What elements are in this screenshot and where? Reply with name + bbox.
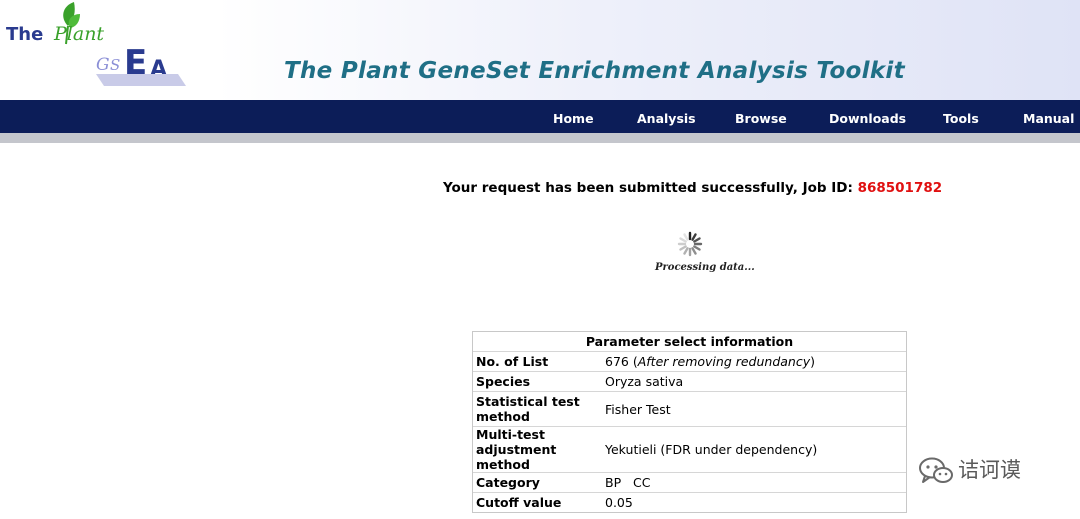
job-id: 868501782 [857, 180, 943, 196]
submission-text: Your request has been submitted successf… [443, 180, 858, 196]
list-count: 676 [605, 354, 629, 369]
watermark-text: 诘诃谟 [958, 458, 1021, 482]
row-label: Cutoff value [476, 495, 562, 510]
watermark: 诘诃谟 [918, 454, 1021, 486]
loading-spinner-icon [677, 231, 703, 257]
nav-downloads[interactable]: Downloads [829, 100, 906, 133]
logo-plant-text: Plant [53, 23, 104, 45]
table-row: Statistical test method Fisher Test [473, 392, 906, 427]
parameter-table: Parameter select information No. of List… [472, 331, 907, 513]
row-label: Statistical test method [473, 392, 601, 427]
plant-gsea-logo[interactable]: The Plant G S E A [0, 0, 200, 98]
logo-the-text: The [6, 24, 43, 45]
nav-browse[interactable]: Browse [735, 100, 787, 133]
table-row: Category BP CC [473, 473, 906, 493]
row-label: Species [473, 372, 601, 392]
processing-label: Processing data... [655, 262, 755, 273]
nav-divider [0, 133, 1080, 143]
parameter-table-title: Parameter select information [473, 332, 906, 352]
wechat-icon [919, 457, 953, 483]
svg-text:G: G [96, 55, 110, 75]
site-header: The Plant G S E A The Plant GeneSet Enri… [0, 0, 1080, 100]
table-row: Species Oryza sativa [473, 372, 906, 392]
row-value: Yekutieli (FDR under dependency) [601, 427, 906, 473]
nav-tools[interactable]: Tools [943, 100, 979, 133]
table-row: Cutoff value 0.05 [473, 493, 906, 512]
list-count-note: After removing redundancy [637, 354, 811, 369]
row-label: Multi-test adjustment method [473, 427, 601, 473]
table-row: Multi-test adjustment method Yekutieli (… [473, 427, 906, 473]
row-value: 0.05 [605, 495, 633, 510]
svg-text:S: S [110, 56, 120, 74]
row-value: 676 (After removing redundancy) [601, 352, 906, 372]
submission-message: Your request has been submitted successf… [443, 180, 942, 196]
site-title: The Plant GeneSet Enrichment Analysis To… [284, 58, 905, 84]
row-value: Fisher Test [601, 392, 906, 427]
row-value: BP CC [601, 473, 906, 493]
nav-analysis[interactable]: Analysis [637, 100, 696, 133]
table-header-row: Parameter select information [473, 332, 906, 352]
nav-manual[interactable]: Manual [1023, 100, 1074, 133]
nav-home[interactable]: Home [553, 100, 594, 133]
row-label: Category [473, 473, 601, 493]
row-value: Oryza sativa [601, 372, 906, 392]
row-label: No. of List [473, 352, 601, 372]
main-navigation: Home Analysis Browse Downloads Tools Man… [0, 100, 1080, 133]
table-row: No. of List 676 (After removing redundan… [473, 352, 906, 372]
